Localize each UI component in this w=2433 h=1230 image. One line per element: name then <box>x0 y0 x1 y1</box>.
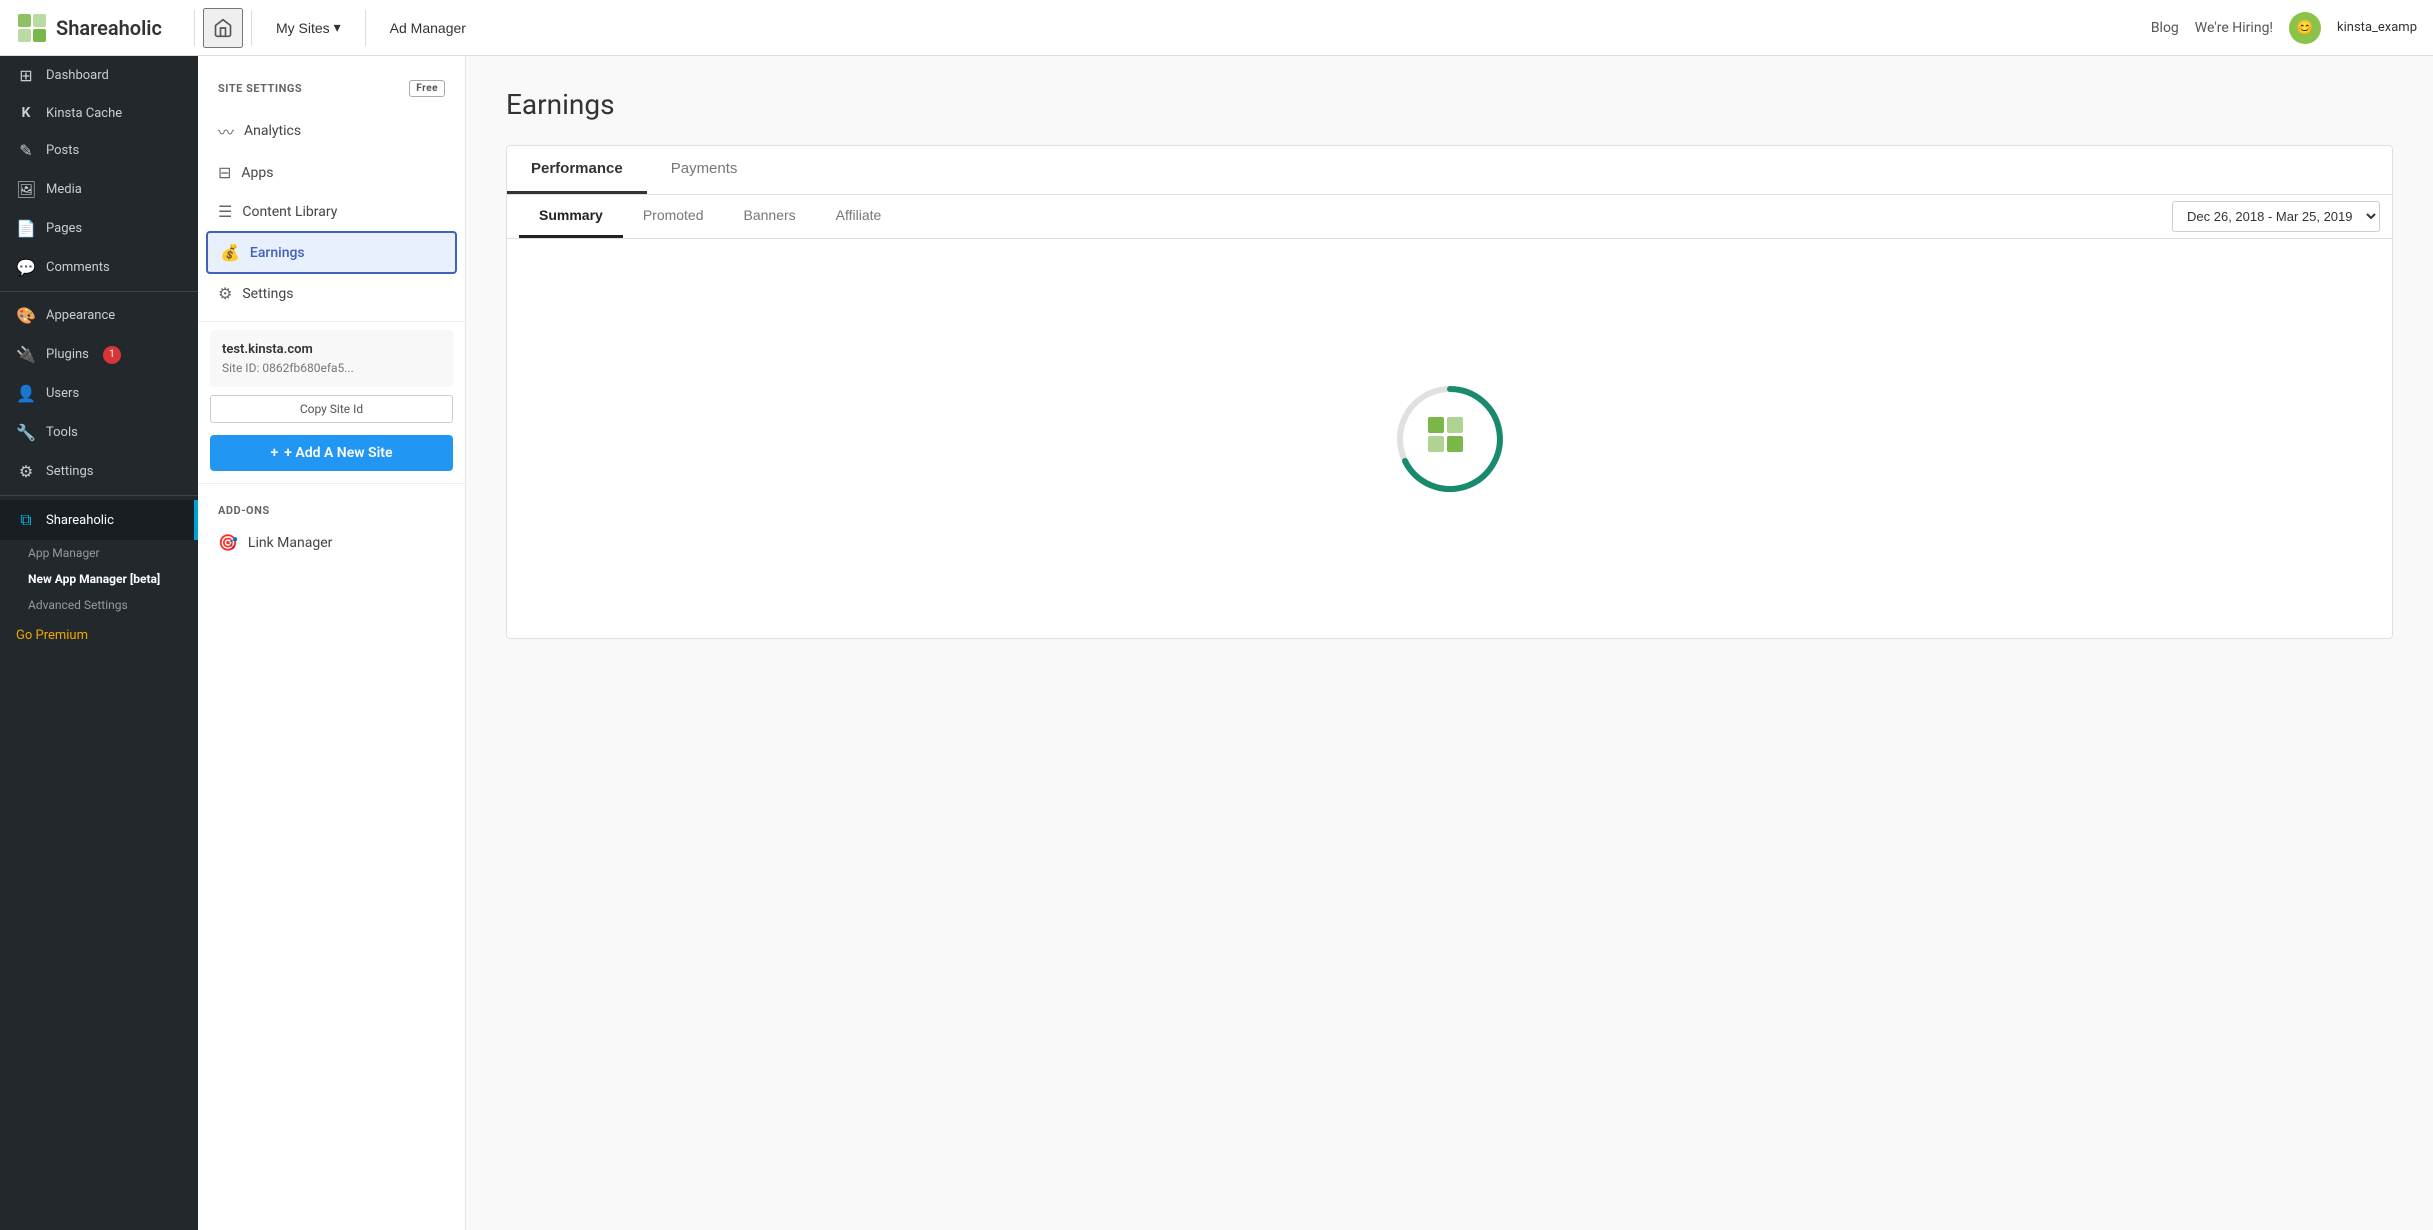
shareaholic-sidebar-icon: ⧉ <box>16 510 36 530</box>
content-area: SITE SETTINGS Free 〰 Analytics ⊟ Apps ☰ … <box>198 56 2433 1230</box>
avatar-emoji: 😊 <box>2296 20 2313 36</box>
content-library-icon: ☰ <box>218 202 232 221</box>
site-name: test.kinsta.com <box>222 342 441 357</box>
sidebar-item-shareaholic[interactable]: ⧉ Shareaholic <box>0 500 198 540</box>
sh-sidebar-apps[interactable]: ⊟ Apps <box>198 153 465 192</box>
chevron-down-icon: ▾ <box>334 19 341 36</box>
sh-sidebar-divider-1 <box>198 321 465 322</box>
tools-icon: 🔧 <box>16 423 36 442</box>
sidebar-item-settings[interactable]: ⚙ Settings <box>0 452 198 491</box>
plugins-badge: 1 <box>103 346 121 364</box>
nav-divider-1 <box>194 10 195 46</box>
logo-text: Shareaholic <box>56 16 162 40</box>
copy-site-id-button[interactable]: Copy Site Id <box>210 395 453 423</box>
ad-manager-button[interactable]: Ad Manager <box>374 12 482 44</box>
nav-divider-3 <box>365 10 366 46</box>
sh-sidebar-link-manager[interactable]: 🎯 Link Manager <box>198 523 465 562</box>
kinsta-icon: K <box>16 105 36 121</box>
wp-sidebar-sep-1 <box>0 291 198 292</box>
logo[interactable]: Shareaholic <box>16 12 162 44</box>
subtab-promoted[interactable]: Promoted <box>623 195 724 238</box>
media-icon: 🖼 <box>16 180 36 199</box>
link-manager-icon: 🎯 <box>218 533 238 552</box>
date-range-select[interactable]: Dec 26, 2018 - Mar 25, 2019 <box>2172 201 2380 232</box>
my-sites-button[interactable]: My Sites ▾ <box>260 11 357 44</box>
apps-icon: ⊟ <box>218 163 231 182</box>
sidebar-item-posts[interactable]: ✎ Posts <box>0 131 198 170</box>
sidebar-item-plugins[interactable]: 🔌 Plugins 1 <box>0 335 198 374</box>
sh-sidebar-divider-2 <box>198 483 465 484</box>
subtab-affiliate[interactable]: Affiliate <box>816 195 902 238</box>
dashboard-icon: ⊞ <box>16 66 36 85</box>
free-badge: Free <box>409 80 445 97</box>
sidebar-item-comments[interactable]: 💬 Comments <box>0 248 198 287</box>
sidebar-item-media[interactable]: 🖼 Media <box>0 170 198 209</box>
page-title: Earnings <box>506 88 2393 121</box>
hiring-link[interactable]: We're Hiring! <box>2195 20 2273 36</box>
subtab-summary[interactable]: Summary <box>519 195 623 238</box>
posts-icon: ✎ <box>16 141 36 160</box>
sidebar-item-kinsta-cache[interactable]: K Kinsta Cache <box>0 95 198 131</box>
sidebar-item-pages[interactable]: 📄 Pages <box>0 209 198 248</box>
sidebar-sub-advanced-settings[interactable]: Advanced Settings <box>0 592 198 618</box>
nav-divider-2 <box>251 10 252 46</box>
user-avatar[interactable]: 😊 <box>2289 12 2321 44</box>
home-icon <box>213 18 233 38</box>
appearance-icon: 🎨 <box>16 306 36 325</box>
username-label: kinsta_examp <box>2337 20 2417 35</box>
users-icon: 👤 <box>16 384 36 403</box>
plus-icon: + <box>271 445 279 461</box>
sidebar-sub-new-app-manager[interactable]: New App Manager [beta] <box>0 566 198 592</box>
home-button[interactable] <box>203 8 243 48</box>
plugins-icon: 🔌 <box>16 345 36 364</box>
shareaholic-spinner <box>1390 379 1510 499</box>
top-nav-right: Blog We're Hiring! 😊 kinsta_examp <box>2151 12 2417 44</box>
top-nav: Shareaholic My Sites ▾ Ad Manager Blog W… <box>0 0 2433 56</box>
earnings-icon: 💰 <box>220 243 240 262</box>
sidebar-item-appearance[interactable]: 🎨 Appearance <box>0 296 198 335</box>
settings-icon: ⚙ <box>16 462 36 481</box>
sh-sidebar-earnings[interactable]: 💰 Earnings <box>206 231 457 274</box>
addons-header: ADD-ONS <box>198 492 465 523</box>
sidebar-item-tools[interactable]: 🔧 Tools <box>0 413 198 452</box>
sh-settings-icon: ⚙ <box>218 284 232 303</box>
sub-tab-bar: Summary Promoted Banners Affiliate Dec 2… <box>506 195 2393 239</box>
sidebar-item-dashboard[interactable]: ⊞ Dashboard <box>0 56 198 95</box>
wp-sidebar-sep-2 <box>0 495 198 496</box>
subtab-banners[interactable]: Banners <box>724 195 816 238</box>
main-content: Earnings Performance Payments Summary Pr… <box>466 56 2433 1230</box>
main-layout: ⊞ Dashboard K Kinsta Cache ✎ Posts 🖼 Med… <box>0 56 2433 1230</box>
shareaholic-sidebar: SITE SETTINGS Free 〰 Analytics ⊟ Apps ☰ … <box>198 56 466 1230</box>
pages-icon: 📄 <box>16 219 36 238</box>
sh-sidebar-content-library[interactable]: ☰ Content Library <box>198 192 465 231</box>
sh-sidebar-analytics[interactable]: 〰 Analytics <box>198 109 465 153</box>
sidebar-item-users[interactable]: 👤 Users <box>0 374 198 413</box>
go-premium-link[interactable]: Go Premium <box>0 618 198 653</box>
site-info-box: test.kinsta.com Site ID: 0862fb680efa5..… <box>210 330 453 387</box>
wp-sidebar: ⊞ Dashboard K Kinsta Cache ✎ Posts 🖼 Med… <box>0 56 198 1230</box>
analytics-icon: 〰 <box>218 119 234 143</box>
shareaholic-logo-icon <box>16 12 48 44</box>
tab-performance[interactable]: Performance <box>507 146 647 194</box>
comments-icon: 💬 <box>16 258 36 277</box>
performance-tab-bar: Performance Payments <box>506 145 2393 195</box>
loading-area <box>506 239 2393 639</box>
tab-payments[interactable]: Payments <box>647 146 762 194</box>
site-settings-header: SITE SETTINGS Free <box>198 72 465 109</box>
sidebar-sub-app-manager[interactable]: App Manager <box>0 540 198 566</box>
blog-link[interactable]: Blog <box>2151 20 2179 36</box>
sh-sidebar-settings[interactable]: ⚙ Settings <box>198 274 465 313</box>
add-new-site-button[interactable]: + + Add A New Site <box>210 435 453 471</box>
site-id-row: Site ID: 0862fb680efa5... <box>222 361 441 375</box>
